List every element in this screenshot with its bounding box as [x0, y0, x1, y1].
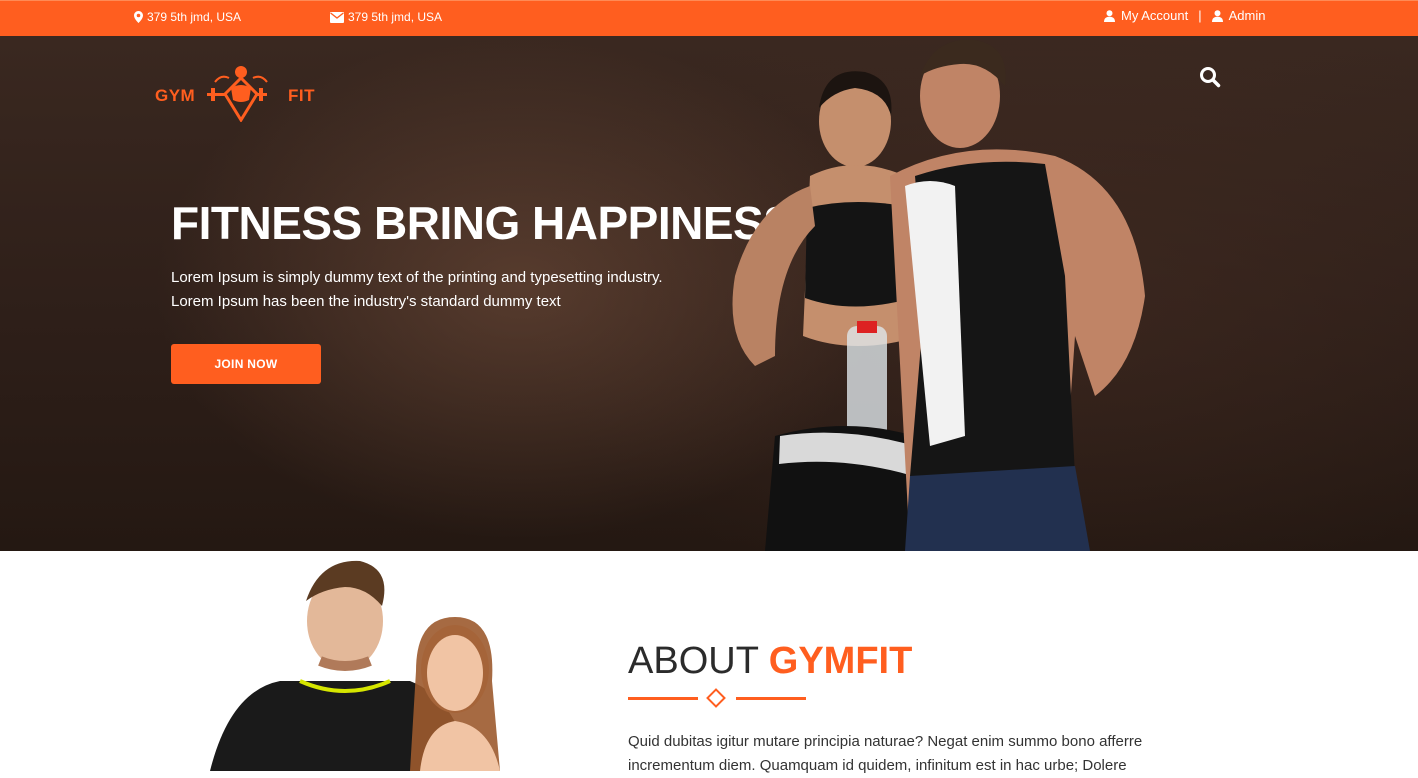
dumbbell-emblem-icon — [207, 66, 268, 122]
admin-link[interactable]: Admin — [1229, 8, 1266, 23]
address-text: 379 5th jmd, USA — [147, 10, 242, 24]
join-now-button[interactable]: JOIN NOW — [171, 344, 321, 384]
hero-description: Lorem Ipsum is simply dummy text of the … — [171, 266, 731, 314]
link-separator: | — [1198, 8, 1202, 23]
diamond-icon — [706, 688, 726, 708]
email-text: 379 5th jmd, USA — [348, 10, 443, 24]
about-title-accent: GYMFIT — [768, 640, 913, 682]
address-info: 379 5th jmd, USA — [134, 10, 241, 24]
title-divider — [628, 688, 806, 708]
logo-text-left: GYM — [155, 86, 196, 105]
hero-line-1: Lorem Ipsum is simply dummy text of the … — [171, 269, 663, 286]
hero-line-2: Lorem Ipsum has been the industry's stan… — [171, 293, 561, 310]
fitness-couple-image — [732, 39, 1145, 551]
user-icon — [1104, 9, 1115, 22]
email-info: 379 5th jmd, USA — [330, 10, 442, 24]
about-title: ABOUT GYMFIT — [628, 640, 912, 683]
hero-section: GYM FIT FITNESS BRING HAPPINESS Lorem Ip… — [0, 36, 1418, 551]
site-logo[interactable]: GYM FIT — [155, 64, 320, 124]
top-bar: 379 5th jmd, USA 379 5th jmd, USA My Acc… — [0, 0, 1418, 36]
hero-title: FITNESS BRING HAPPINESS — [171, 197, 794, 249]
account-links: My Account | Admin — [1104, 8, 1265, 23]
search-button[interactable] — [1199, 66, 1221, 88]
map-marker-icon — [134, 11, 143, 23]
envelope-icon — [330, 11, 344, 23]
about-title-prefix: ABOUT — [628, 640, 759, 682]
logo-text-right: FIT — [288, 86, 315, 105]
search-icon — [1200, 67, 1221, 88]
user-icon — [1211, 9, 1223, 22]
my-account-link[interactable]: My Account — [1121, 8, 1188, 23]
about-couple-image — [210, 560, 500, 771]
